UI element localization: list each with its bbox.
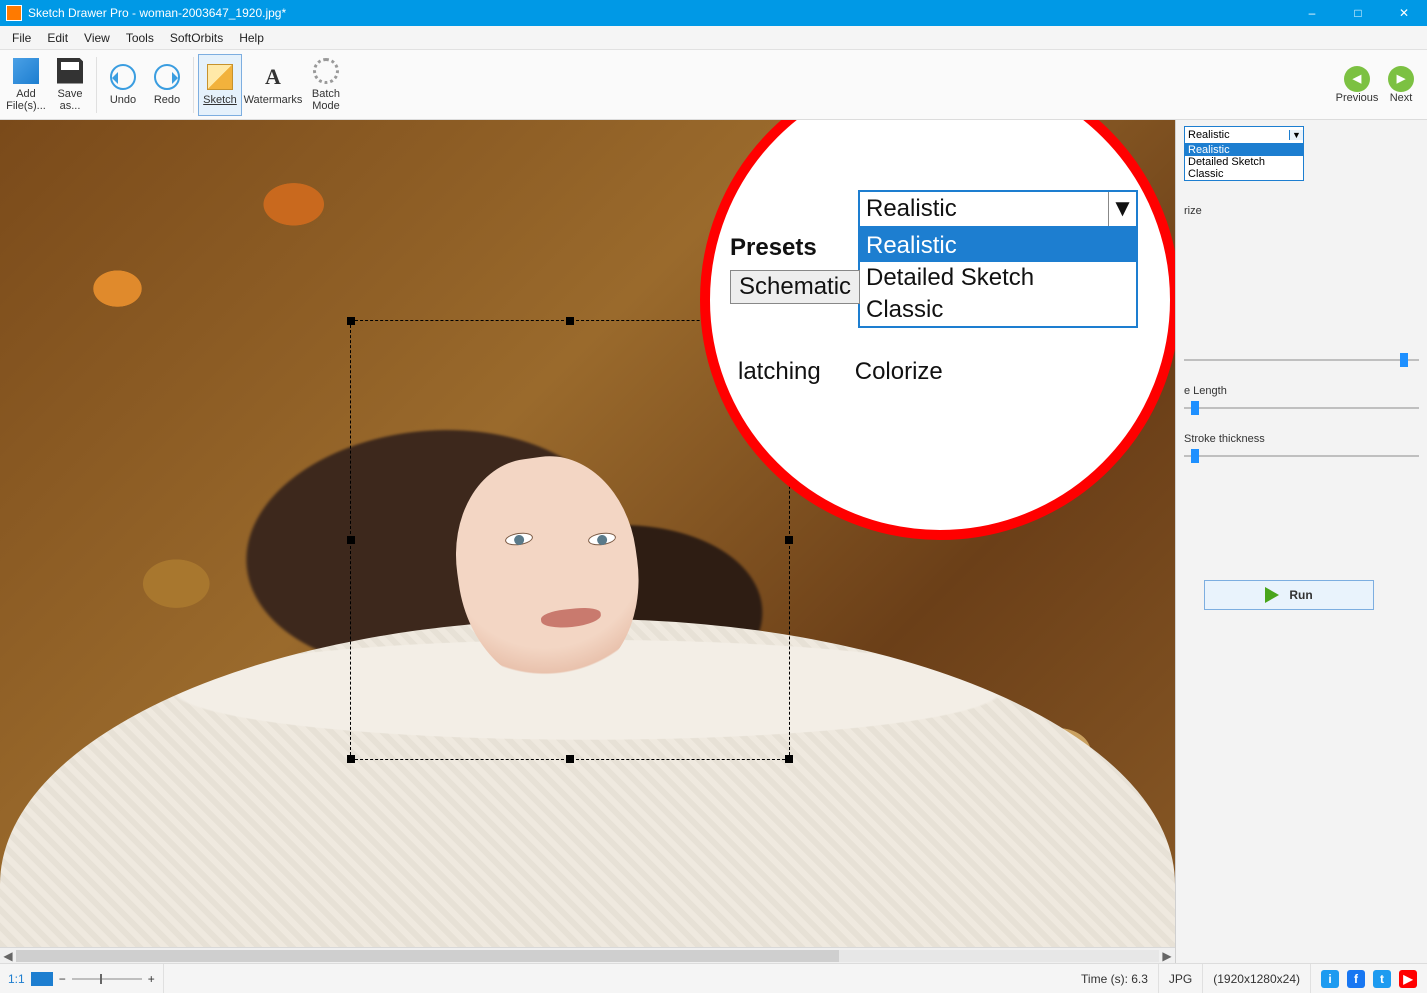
canvas[interactable]: ⋮ Realistic ▼ Realistic Detailed Sketch … [0,120,1175,963]
stroke-thickness-slider[interactable] [1184,449,1419,463]
menu-edit[interactable]: Edit [39,29,76,47]
preset-option[interactable]: Classic [1185,168,1303,180]
zoom-controls[interactable]: 1:1 − + [0,964,164,993]
minimize-button[interactable]: ‒ [1289,0,1335,26]
social-links: i f t ▶ [1311,970,1427,988]
add-files-icon [13,58,39,84]
sketch-button[interactable]: Sketch [198,54,242,116]
chevron-down-icon: ▼ [1289,130,1303,140]
batch-mode-button[interactable]: Batch Mode [304,54,348,116]
stroke-length-slider[interactable] [1184,401,1419,415]
window-title: Sketch Drawer Pro - woman-2003647_1920.j… [28,6,1289,20]
separator [96,57,97,113]
undo-icon [110,64,136,90]
preset-option[interactable]: Detailed Sketch [1185,156,1303,168]
save-icon [57,58,83,84]
status-format: JPG [1159,964,1203,993]
stroke-thickness-label: Stroke thickness [1184,433,1419,445]
maximize-button[interactable]: □ [1335,0,1381,26]
previous-button[interactable]: ◀Previous [1335,54,1379,116]
menubar: File Edit View Tools SoftOrbits Help [0,26,1427,50]
save-as-button[interactable]: Save as... [48,54,92,116]
workspace: ⋮ Realistic ▼ Realistic Detailed Sketch … [0,120,1427,963]
status-dimensions: (1920x1280x24) [1203,964,1311,993]
colorize-tab-label[interactable]: rize [1184,205,1419,217]
toolbar: Add File(s)... Save as... Undo Redo Sket… [0,50,1427,120]
stroke-length-label: e Length [1184,385,1419,397]
sketch-icon [207,64,233,90]
horizontal-scrollbar[interactable]: ◀ ▶ [0,947,1175,963]
zoom-out-icon[interactable]: − [59,972,66,986]
preset-options[interactable]: Realistic Detailed Sketch Classic [1184,144,1304,181]
preset-option[interactable]: Realistic [860,230,1136,262]
slider-1[interactable] [1184,353,1419,367]
schematic-button-zoom[interactable]: Schematic [730,270,860,304]
slider-1-label [1184,337,1419,349]
scroll-right-icon[interactable]: ▶ [1159,949,1175,963]
next-button[interactable]: ▶Next [1379,54,1423,116]
youtube-icon[interactable]: ▶ [1399,970,1417,988]
statusbar: 1:1 − + Time (s): 6.3 JPG (1920x1280x24)… [0,963,1427,993]
titlebar: Sketch Drawer Pro - woman-2003647_1920.j… [0,0,1427,26]
scroll-left-icon[interactable]: ◀ [0,949,16,963]
presets-label-zoom: Presets [730,234,817,262]
zoom-ratio[interactable]: 1:1 [8,972,25,986]
preset-option[interactable]: Realistic [1185,144,1303,156]
watermarks-button[interactable]: AWatermarks [242,54,304,116]
menu-view[interactable]: View [76,29,118,47]
batch-icon [313,58,339,84]
add-files-button[interactable]: Add File(s)... [4,54,48,116]
undo-button[interactable]: Undo [101,54,145,116]
watermarks-icon: A [260,64,286,90]
run-arrow-icon [1265,587,1279,603]
fit-screen-icon[interactable] [31,972,53,986]
menu-file[interactable]: File [4,29,39,47]
menu-help[interactable]: Help [231,29,272,47]
preset-options-zoom[interactable]: Realistic Detailed Sketch Classic [858,228,1138,328]
app-icon [6,5,22,21]
menu-tools[interactable]: Tools [118,29,162,47]
info-icon[interactable]: i [1321,970,1339,988]
hatching-tab-zoom[interactable]: latching [738,358,821,386]
preset-combobox[interactable]: Realistic ▼ [1184,126,1304,144]
previous-icon: ◀ [1344,66,1370,92]
close-button[interactable]: ✕ [1381,0,1427,26]
next-icon: ▶ [1388,66,1414,92]
run-button[interactable]: Run [1204,580,1374,610]
preset-combobox-zoom[interactable]: Realistic ▼ [858,190,1138,228]
zoom-in-icon[interactable]: + [148,972,155,986]
zoom-slider[interactable] [72,978,142,980]
twitter-icon[interactable]: t [1373,970,1391,988]
redo-button[interactable]: Redo [145,54,189,116]
facebook-icon[interactable]: f [1347,970,1365,988]
preset-option[interactable]: Detailed Sketch [860,262,1136,294]
separator [193,57,194,113]
redo-icon [154,64,180,90]
chevron-down-icon: ▼ [1108,192,1136,226]
side-panel: Realistic ▼ Realistic Detailed Sketch Cl… [1175,120,1427,963]
status-time: Time (s): 6.3 [1071,964,1159,993]
colorize-tab-zoom[interactable]: Colorize [855,358,943,386]
preset-option[interactable]: Classic [860,294,1136,326]
menu-softorbits[interactable]: SoftOrbits [162,29,231,47]
